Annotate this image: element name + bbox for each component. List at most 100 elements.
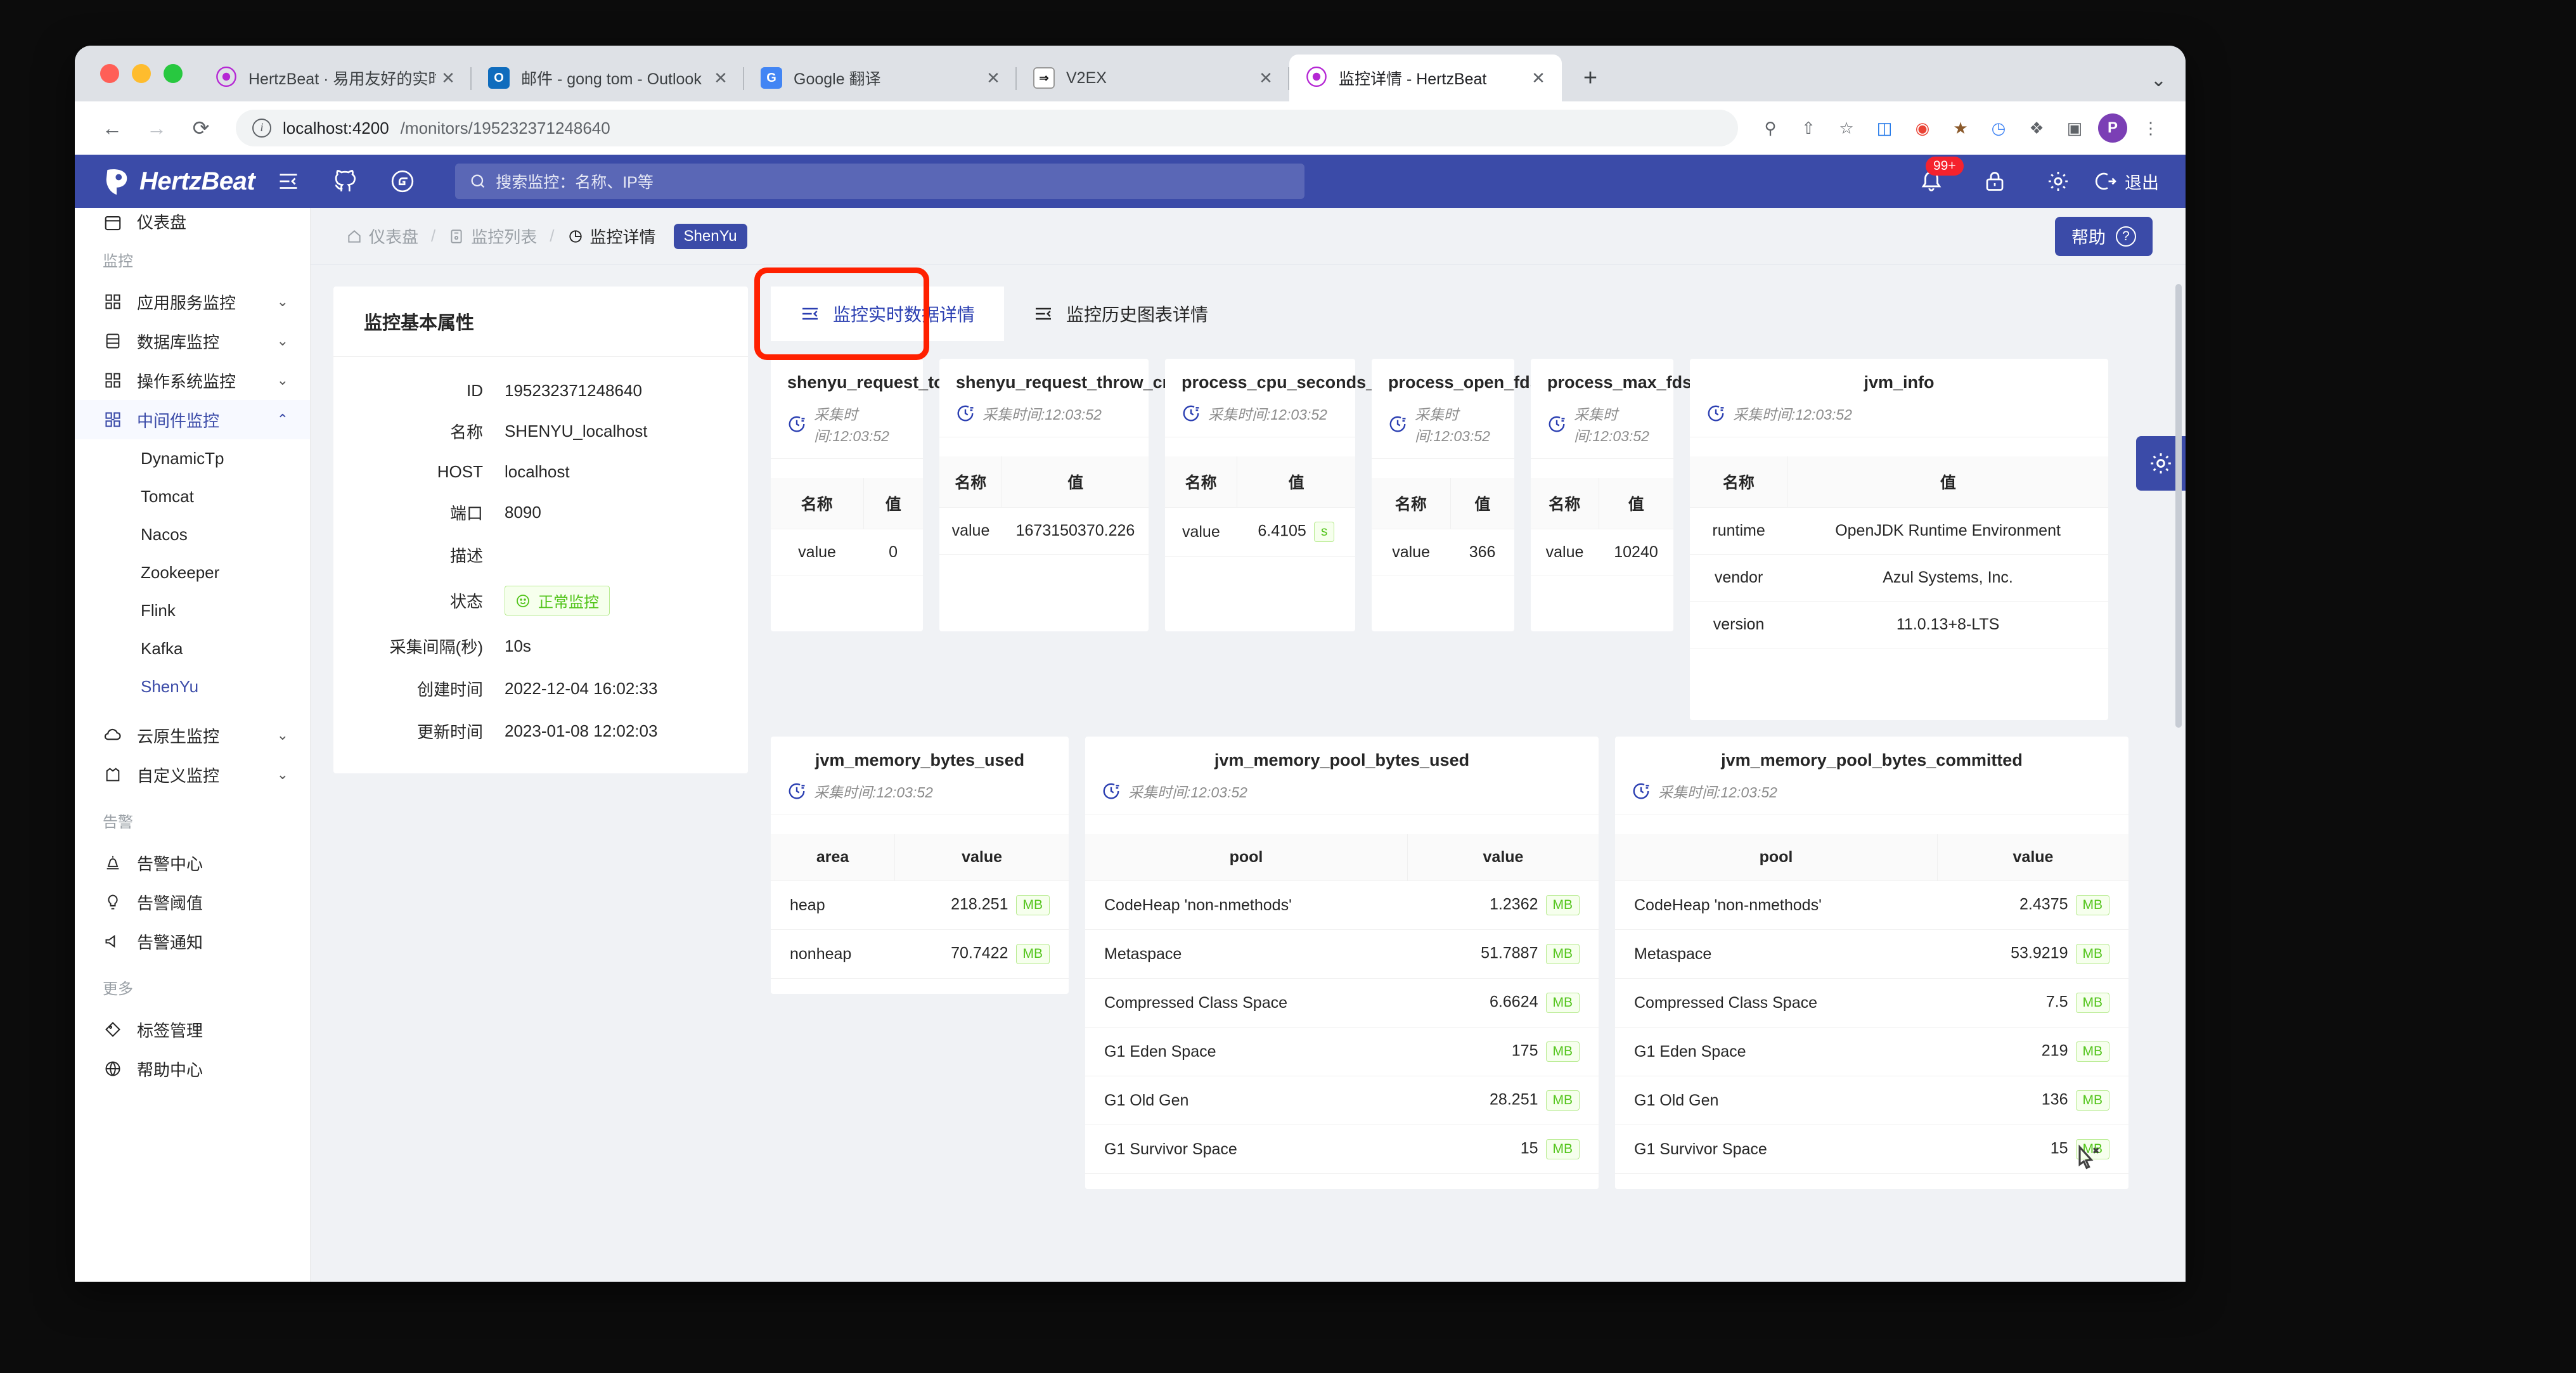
sidebar-item-alarm-threshold[interactable]: 告警阈值 [75, 882, 310, 922]
unit-badge: s [1314, 522, 1335, 542]
sidebar-item-database[interactable]: 数据库监控 ⌄ [75, 321, 310, 361]
table-cell-value: 51.7887MB [1408, 930, 1599, 979]
table-column-header: 值 [1787, 456, 2108, 508]
site-info-icon[interactable]: i [252, 119, 271, 138]
sidebar-item-dashboard[interactable]: 仪表盘 [75, 208, 310, 233]
close-window-button[interactable] [100, 64, 119, 83]
breadcrumb-separator: / [428, 226, 438, 246]
search-input[interactable]: 搜索监控：名称、IP等 [455, 164, 1304, 199]
breadcrumb-item-dashboard[interactable]: 仪表盘 [346, 224, 418, 248]
tab-history-chart[interactable]: 监控历史图表详情 [1004, 287, 1237, 341]
help-button[interactable]: 帮助 ? [2055, 217, 2153, 256]
logout-button[interactable]: 退出 [2094, 169, 2159, 194]
sidebar-item-custom[interactable]: 自定义监控 ⌄ [75, 755, 310, 794]
tab-close-button[interactable]: ✕ [1254, 66, 1278, 90]
table-cell-name: value [1531, 529, 1599, 576]
property-row: 采集间隔(秒)10s [333, 635, 723, 658]
table-cell-name: G1 Survivor Space [1615, 1125, 1938, 1174]
property-row: 描述 [333, 543, 723, 567]
tab-close-button[interactable]: ✕ [709, 66, 733, 90]
sidebar-item-app-service[interactable]: 应用服务监控 ⌄ [75, 282, 310, 321]
minimize-window-button[interactable] [132, 64, 151, 83]
sidebar-item-label: 操作系统监控 [137, 369, 263, 392]
sidebar-subitem-flink[interactable]: Flink [75, 591, 310, 629]
browser-tab[interactable]: ⇒ V2EX ✕ [1017, 55, 1289, 101]
cursor-off-icon[interactable] [2068, 1138, 2106, 1176]
browser-tab-active[interactable]: ⦿ 监控详情 - HertzBeat ✕ [1289, 55, 1562, 101]
browser-tab[interactable]: O 邮件 - gong tom - Outlook ✕ [472, 55, 744, 101]
main-scrollbar[interactable] [2175, 284, 2182, 728]
share-icon[interactable]: ⇧ [1791, 111, 1826, 145]
tab-search-icon[interactable]: ⌄ [2151, 69, 2167, 91]
lock-icon[interactable] [1971, 158, 2018, 205]
key-icon[interactable]: ⚲ [1753, 111, 1787, 145]
table-row: heap218.251MB [771, 881, 1069, 930]
back-button[interactable]: ← [93, 108, 132, 148]
reload-button[interactable]: ⟳ [181, 108, 221, 148]
github-icon[interactable] [322, 158, 369, 205]
metric-collect-time: 采集时间:12:03:52 [787, 780, 1052, 802]
shield-icon[interactable]: ▣ [2058, 111, 2092, 145]
table-cell-value: 11.0.13+8-LTS [1787, 602, 2108, 648]
notification-bell-button[interactable]: 99+ [1908, 158, 1955, 205]
sidebar-subitem-shenyu[interactable]: ShenYu [75, 667, 310, 706]
sidebar-item-alarm-notify[interactable]: 告警通知 [75, 922, 310, 961]
extension-icon[interactable]: ◉ [1905, 111, 1940, 145]
sidebar-item-alarm-center[interactable]: 告警中心 [75, 843, 310, 882]
property-value: 正常监控 [505, 586, 610, 616]
sidebar-item-os[interactable]: 操作系统监控 ⌄ [75, 361, 310, 400]
sidebar-subitem-label: Nacos [141, 525, 188, 545]
unit-badge: MB [1546, 993, 1580, 1013]
metric-card: shenyu_request_throw_created采集时间:12:03:5… [939, 359, 1149, 631]
tab-close-button[interactable]: ✕ [436, 66, 460, 90]
new-tab-button[interactable]: + [1571, 58, 1610, 98]
tab-realtime-data[interactable]: 监控实时数据详情 [771, 287, 1004, 341]
sidebar-item-cloud-native[interactable]: 云原生监控 ⌄ [75, 716, 310, 755]
puzzle-icon[interactable]: ❖ [2019, 111, 2054, 145]
star-icon[interactable]: ☆ [1829, 111, 1864, 145]
maximize-window-button[interactable] [164, 64, 183, 83]
table-cell-name: Compressed Class Space [1085, 979, 1408, 1028]
breadcrumb-item-monitor-list[interactable]: 监控列表 [448, 224, 537, 248]
bookmark-icon[interactable]: ★ [1943, 111, 1978, 145]
sidebar-subitem-dynamictp[interactable]: DynamicTp [75, 439, 310, 477]
metric-collect-time: 采集时间:12:03:52 [1547, 403, 1657, 446]
monitor-list-icon [448, 228, 465, 245]
property-key: ID [333, 381, 505, 401]
sidepanel-icon[interactable]: ◫ [1867, 111, 1902, 145]
sidebar-subitem-kafka[interactable]: Kafka [75, 629, 310, 667]
property-value: 2022-12-04 16:02:33 [505, 679, 657, 699]
sidebar-subitem-zookeeper[interactable]: Zookeeper [75, 553, 310, 591]
breadcrumb-label: 仪表盘 [369, 224, 418, 248]
gear-icon[interactable] [2035, 158, 2082, 205]
toolbar-icon-group: ⚲ ⇧ ☆ ◫ ◉ ★ ◷ ❖ ▣ P ⋮ [1753, 111, 2168, 145]
more-menu-icon[interactable]: ⋮ [2134, 111, 2168, 145]
unit-badge: MB [1546, 1041, 1580, 1062]
sidebar-subitem-tomcat[interactable]: Tomcat [75, 477, 310, 515]
sidebar-subitem-nacos[interactable]: Nacos [75, 515, 310, 553]
collapse-menu-icon[interactable] [265, 158, 312, 205]
forward-button[interactable]: → [137, 108, 176, 148]
sidebar-item-help-center[interactable]: 帮助中心 [75, 1049, 310, 1088]
metric-card: shenyu_request_total采集时间:12:03:52名称值valu… [771, 359, 923, 631]
tab-title: 邮件 - gong tom - Outlook [521, 67, 709, 89]
metric-card-spacer [1531, 576, 1673, 631]
sidebar-item-tag-manage[interactable]: 标签管理 [75, 1010, 310, 1049]
logout-icon [2094, 170, 2117, 193]
sidebar-item-middleware[interactable]: 中间件监控 ⌃ [75, 400, 310, 439]
tab-close-button[interactable]: ✕ [981, 66, 1005, 90]
browser-tab[interactable]: G Google 翻译 ✕ [744, 55, 1017, 101]
metric-card-title: shenyu_request_total [787, 373, 906, 392]
chevron-down-icon: ⌄ [277, 372, 288, 389]
tab-close-button[interactable]: ✕ [1526, 66, 1550, 90]
unit-badge: MB [2076, 895, 2110, 915]
table-column-header: 名称 [1372, 478, 1450, 529]
browser-tab[interactable]: ⦿ HertzBeat · 易用友好的实时监控 ✕ [199, 55, 472, 101]
metric-table: poolvalueCodeHeap 'non-nmethods'2.4375MB… [1615, 834, 2128, 1174]
gitee-icon[interactable] [379, 158, 426, 205]
unit-badge: MB [1546, 1139, 1580, 1159]
app-logo[interactable]: HertzBeat [100, 165, 255, 198]
clock-icon[interactable]: ◷ [1981, 111, 2016, 145]
profile-avatar[interactable]: P [2096, 111, 2130, 145]
address-bar[interactable]: i localhost:4200/monitors/19523237124864… [236, 110, 1738, 146]
